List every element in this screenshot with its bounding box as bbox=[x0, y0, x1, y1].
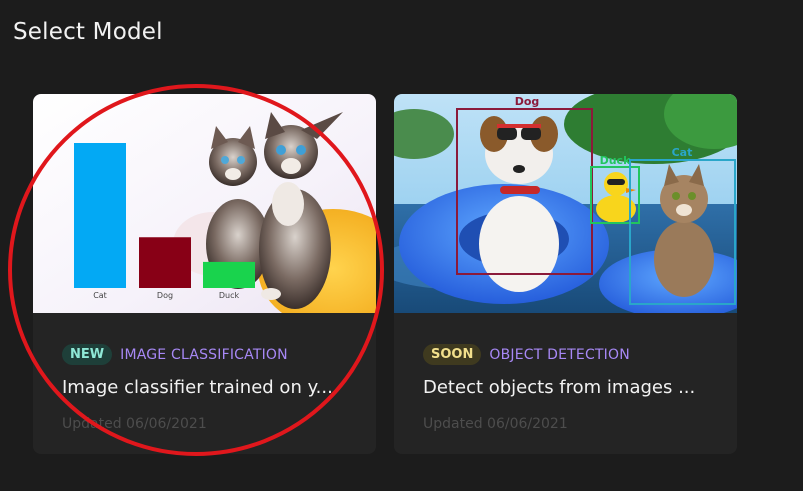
bar-label-dog: Dog bbox=[157, 291, 173, 300]
detection-label-cat: Cat bbox=[672, 146, 693, 159]
detection-thumbnail-image: Dog Duck Cat bbox=[394, 94, 737, 313]
updated-date: Updated 06/06/2021 bbox=[423, 416, 568, 432]
new-badge: NEW bbox=[62, 344, 113, 365]
bar-label-duck: Duck bbox=[219, 291, 240, 300]
classification-thumbnail-image: Cat Dog Duck bbox=[33, 94, 376, 313]
bar-cat bbox=[74, 143, 126, 288]
card-tags: NEW IMAGE CLASSIFICATION bbox=[62, 344, 288, 365]
model-card-image-classification[interactable]: Cat Dog Duck NEW IMAGE CLASSIFICATION Im… bbox=[33, 94, 376, 454]
category-label: IMAGE CLASSIFICATION bbox=[120, 346, 288, 363]
card-tags: SOON OBJECT DETECTION bbox=[423, 344, 630, 365]
card-title: Detect objects from images ... bbox=[423, 377, 696, 398]
bar-dog bbox=[139, 237, 191, 288]
card-thumbnail: Dog Duck Cat bbox=[394, 94, 737, 313]
card-body: SOON OBJECT DETECTION Detect objects fro… bbox=[394, 313, 737, 454]
card-title: Image classifier trained on y... bbox=[62, 377, 333, 398]
card-body: NEW IMAGE CLASSIFICATION Image classifie… bbox=[33, 313, 376, 454]
soon-badge: SOON bbox=[423, 344, 482, 365]
model-card-object-detection[interactable]: Dog Duck Cat SOON OBJECT DETECTION Detec… bbox=[394, 94, 737, 454]
bar-label-cat: Cat bbox=[93, 291, 107, 300]
bar-duck bbox=[203, 261, 255, 288]
category-label: OBJECT DETECTION bbox=[489, 346, 630, 363]
page-title: Select Model bbox=[13, 19, 163, 45]
detection-label-duck: Duck bbox=[600, 154, 631, 167]
detection-label-dog: Dog bbox=[515, 95, 540, 108]
updated-date: Updated 06/06/2021 bbox=[62, 416, 207, 432]
model-selection-page: Select Model Cat Dog Duck NEW IMAGE CLAS… bbox=[0, 0, 803, 491]
card-thumbnail: Cat Dog Duck bbox=[33, 94, 376, 313]
